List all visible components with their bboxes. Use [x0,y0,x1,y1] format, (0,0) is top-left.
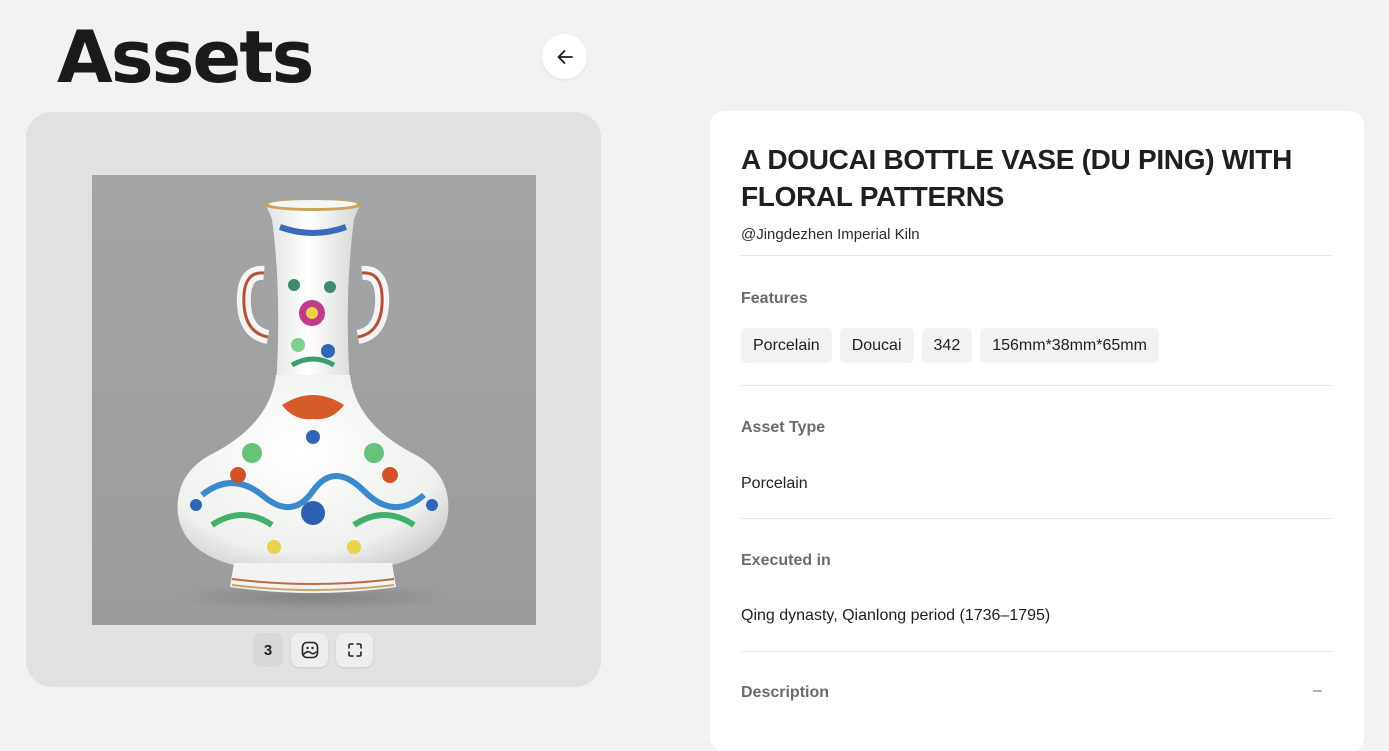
vase-image [174,199,454,611]
executed-in-label: Executed in [741,552,831,569]
feature-tag: 156mm*38mm*65mm [980,328,1159,363]
feature-tag: Doucai [839,328,914,363]
features-tags: Porcelain Doucai 342 156mm*38mm*65mm [741,328,1159,363]
image-view-button[interactable] [291,633,328,667]
executed-in-value: Qing dynasty, Qianlong period (1736–1795… [741,607,1051,624]
divider [741,385,1332,386]
image-gallery: 3 [26,112,601,687]
divider [741,518,1332,519]
features-label: Features [741,290,808,307]
feature-tag: 342 [921,328,973,363]
asset-type-label: Asset Type [741,419,826,436]
asset-title: A DOUCAI BOTTLE VASE (DU PING) WITH FLOR… [741,144,1293,212]
image-count-badge[interactable]: 3 [253,633,283,667]
fullscreen-icon [347,643,362,657]
gallery-controls: 3 [253,633,373,667]
asset-artist-link[interactable]: @Jingdezhen Imperial Kiln [741,226,920,243]
asset-type-value: Porcelain [741,475,808,492]
feature-tag: Porcelain [741,328,832,363]
description-label[interactable]: Description [741,684,829,702]
back-button[interactable] [542,34,587,79]
divider [741,255,1332,256]
asset-details-panel: A DOUCAI BOTTLE VASE (DU PING) WITH FLOR… [710,111,1364,751]
image-face-icon [301,641,318,659]
divider [741,651,1332,652]
collapse-icon[interactable]: – [1313,682,1322,700]
page-title: Assets [57,15,315,99]
asset-photo[interactable] [92,175,536,625]
fullscreen-button[interactable] [336,633,373,667]
arrow-left-icon [557,49,573,64]
